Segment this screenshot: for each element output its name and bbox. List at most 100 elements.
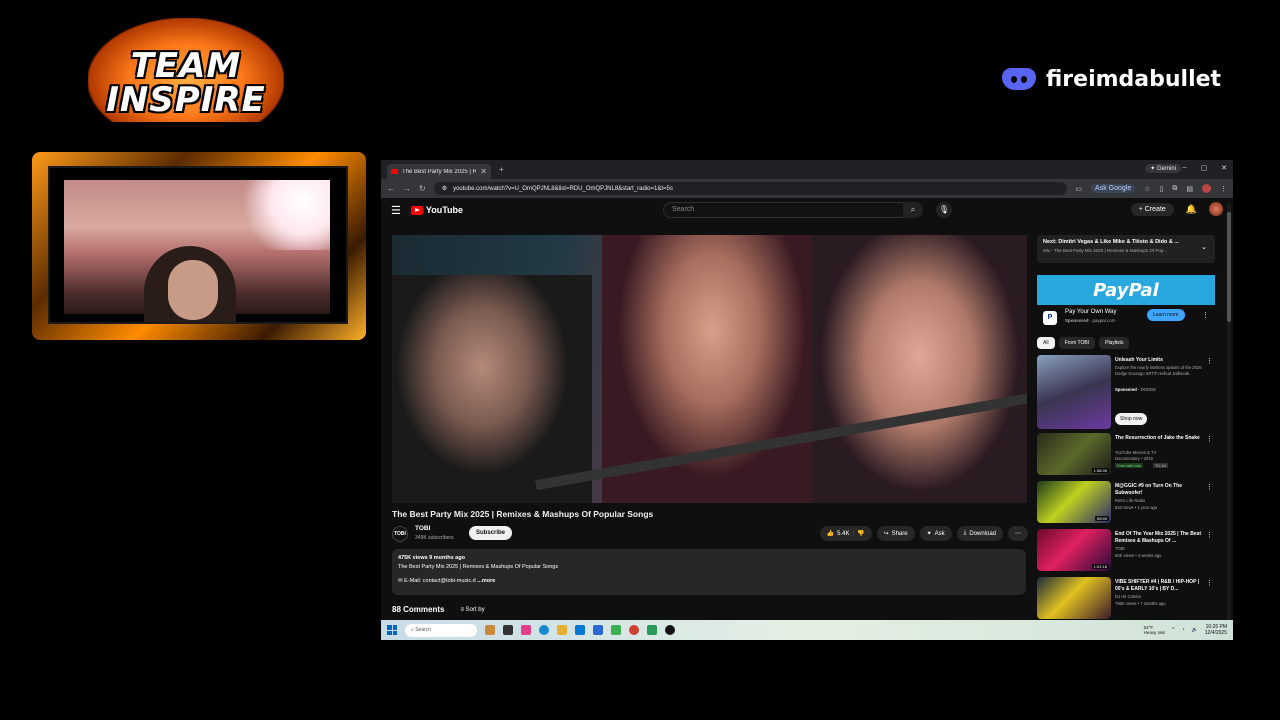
weather-widget[interactable]: 62°F Heavy rain — [1144, 625, 1166, 635]
video-thumbnail[interactable] — [1037, 355, 1111, 429]
video-thumbnail[interactable]: 1:36:35 — [1037, 433, 1111, 475]
up-next-title: Next: Dimitri Vegas & Like Mike & Tiësto… — [1043, 239, 1179, 245]
app-icon[interactable] — [521, 625, 531, 635]
sort-by-button[interactable]: ≡ Sort by — [460, 607, 484, 613]
profile-avatar[interactable] — [1202, 184, 1211, 193]
bookmark-star-icon[interactable]: ☆ — [1144, 185, 1150, 193]
learn-more-button[interactable]: Learn more — [1147, 309, 1185, 321]
widget-icon[interactable] — [485, 625, 495, 635]
list-item[interactable]: 59:49 M@GGIC #9 on Turn On The Subwoofer… — [1037, 481, 1215, 527]
cast-icon[interactable]: ▭ — [1075, 185, 1082, 193]
app-icon-green[interactable] — [611, 625, 621, 635]
minimize-icon[interactable]: – — [1183, 164, 1187, 172]
close-tab-icon[interactable]: ✕ — [480, 167, 487, 176]
browser-menu-icon[interactable]: ⋮ — [1220, 185, 1227, 193]
like-button[interactable]: 👍 5.4K | 👎 — [819, 526, 872, 541]
more-icon[interactable]: ⋮ — [1206, 357, 1213, 365]
url-field[interactable]: ⚙ youtube.com/watch?v=U_OmQPJNL8&list=RD… — [433, 182, 1068, 195]
channel-avatar[interactable]: TOBI — [392, 526, 408, 542]
more-icon[interactable]: ⋮ — [1206, 483, 1213, 491]
chrome-icon[interactable] — [629, 625, 639, 635]
chevron-up-icon[interactable]: ^ — [1172, 627, 1174, 633]
list-item[interactable]: 1:36:35 The Resurrection of Jake the Sna… — [1037, 433, 1215, 479]
gemini-button[interactable]: ✦ Gemini — [1145, 164, 1181, 173]
mail-icon[interactable] — [593, 625, 603, 635]
chevron-down-icon[interactable]: ⌄ — [1201, 243, 1207, 251]
show-more-link[interactable]: ...more — [477, 578, 495, 584]
video-thumbnail[interactable]: 59:49 — [1037, 481, 1111, 523]
list-item[interactable]: 1:01:18 End Of The Year Mix 2025 | The B… — [1037, 529, 1215, 575]
channel-name[interactable]: TOBI — [415, 525, 430, 532]
back-icon[interactable]: ← — [387, 184, 395, 193]
account-avatar[interactable] — [1209, 202, 1223, 216]
ad-more-icon[interactable]: ⋮ — [1202, 311, 1209, 319]
page-scrollbar[interactable] — [1227, 204, 1231, 624]
close-window-icon[interactable]: ✕ — [1221, 164, 1227, 172]
forward-icon[interactable]: → — [403, 184, 411, 193]
volume-icon[interactable]: 🔊 — [1192, 627, 1198, 633]
network-icon[interactable]: ◔ — [1181, 627, 1184, 633]
share-button[interactable]: ↪ Share — [876, 526, 915, 541]
thumbs-up-icon: 👍 — [826, 531, 835, 537]
extensions-icon[interactable]: ⧉ — [1172, 185, 1177, 193]
channel-row: TOBI TOBI 349K subscribers Subscribe 👍 5… — [392, 525, 1028, 543]
shop-now-button[interactable]: Shop now — [1115, 413, 1148, 425]
chip-playlists[interactable]: Playlists — [1099, 337, 1130, 349]
task-view-icon[interactable] — [503, 625, 513, 635]
paypal-ad-banner[interactable]: PayPal — [1037, 275, 1215, 305]
windows-start-icon[interactable] — [387, 625, 397, 635]
downloads-icon[interactable]: ▤ — [1186, 185, 1193, 193]
rec-title[interactable]: M@GGIC #9 on Turn On The Subwoofer! — [1115, 483, 1203, 496]
youtube-search-input[interactable]: Search — [663, 202, 905, 218]
thumbs-down-icon[interactable]: 👎 — [857, 530, 864, 537]
more-icon[interactable]: ⋮ — [1206, 531, 1213, 539]
app-icon-teal[interactable] — [647, 625, 657, 635]
create-button[interactable]: + Create — [1130, 202, 1174, 216]
site-info-icon[interactable]: ⚙ — [442, 185, 447, 192]
youtube-logo[interactable]: YouTube — [410, 205, 463, 215]
search-icon[interactable]: ⌕ — [903, 202, 923, 218]
youtube-header: ☰ YouTube Search ⌕ 🎙 + Create 🔔 — [381, 198, 1233, 222]
subscribe-button[interactable]: Subscribe — [469, 526, 513, 540]
download-button[interactable]: ⤓ Download — [956, 526, 1003, 541]
rec-title[interactable]: Unleash Your Limits — [1115, 357, 1203, 364]
video-player[interactable] — [392, 235, 1027, 503]
file-explorer-icon[interactable] — [557, 625, 567, 635]
notifications-bell-icon[interactable]: 🔔 — [1186, 204, 1197, 215]
ask-google-button[interactable]: Ask Google — [1091, 184, 1136, 193]
new-tab-icon[interactable]: + — [499, 165, 504, 174]
chip-all[interactable]: All — [1037, 337, 1055, 349]
sidebar-icon[interactable]: ▯ — [1160, 185, 1164, 193]
rec-title[interactable]: VIBE SHIFTER #4 | R&B / HIP-HOP | 00's &… — [1115, 579, 1203, 592]
ad-title[interactable]: Pay Your Own Way — [1065, 309, 1116, 315]
description-box[interactable]: 475K views 9 months ago The Best Party M… — [392, 549, 1026, 595]
header-actions: + Create 🔔 — [1130, 202, 1223, 216]
obs-icon[interactable] — [665, 625, 675, 635]
webcam-feed — [64, 180, 330, 322]
more-actions-icon[interactable]: ⋯ — [1008, 526, 1028, 541]
more-icon[interactable]: ⋮ — [1206, 579, 1213, 587]
browser-tab-youtube[interactable]: The Best Party Mix 2025 | R ✕ — [387, 164, 491, 179]
video-thumbnail[interactable]: 1:01:18 — [1037, 529, 1111, 571]
stream-overlay: TEAM INSPIRE fireimdabullet The Best Par… — [0, 0, 1280, 720]
list-item[interactable]: VIBE SHIFTER #4 | R&B / HIP-HOP | 00's &… — [1037, 577, 1215, 623]
chip-from-tobi[interactable]: From TOBI — [1058, 337, 1096, 349]
edge-icon[interactable] — [539, 625, 549, 635]
microphone-icon[interactable]: 🎙 — [936, 202, 952, 218]
hamburger-menu-icon[interactable]: ☰ — [391, 204, 401, 217]
maximize-icon[interactable]: ▢ — [1201, 164, 1208, 172]
reload-icon[interactable]: ↻ — [419, 184, 426, 193]
ad-domain: paypal.com — [1092, 318, 1116, 323]
youtube-favicon-icon — [391, 169, 398, 174]
up-next-box[interactable]: Next: Dimitri Vegas & Like Mike & Tiësto… — [1037, 235, 1215, 263]
store-icon[interactable] — [575, 625, 585, 635]
taskbar-search-input[interactable]: ⌕ Search — [405, 623, 477, 637]
video-thumbnail[interactable] — [1037, 577, 1111, 619]
rec-title[interactable]: End Of The Year Mix 2025 | The Best Remi… — [1115, 531, 1203, 544]
list-item[interactable]: Unleash Your Limits Explore the nearly l… — [1037, 355, 1215, 431]
ask-button[interactable]: ✦ Ask — [919, 526, 952, 541]
rec-title[interactable]: The Resurrection of Jake the Snake — [1115, 435, 1203, 442]
download-label: Download — [969, 530, 996, 537]
taskbar-clock[interactable]: 10:26 PM 12/4/2025 — [1205, 624, 1227, 636]
more-icon[interactable]: ⋮ — [1206, 435, 1213, 443]
